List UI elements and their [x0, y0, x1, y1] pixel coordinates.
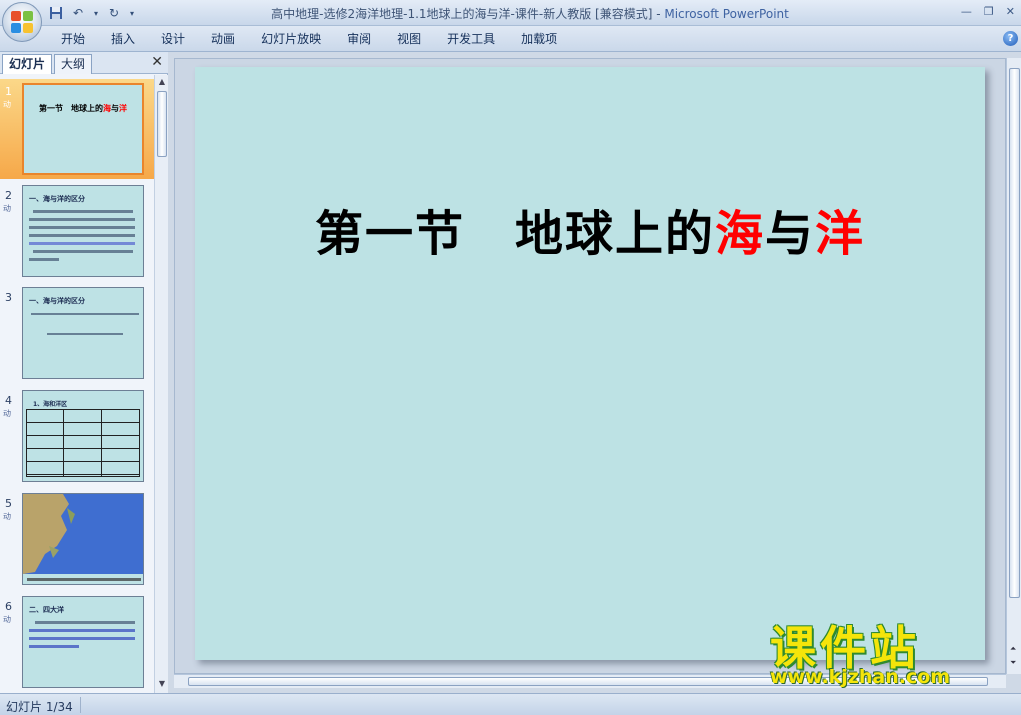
thumbnail: 一、海与洋的区分 — [22, 287, 144, 379]
scroll-up-icon[interactable]: ▲ — [157, 77, 167, 87]
thumbnail: 二、四大洋 — [22, 596, 144, 688]
minimize-icon[interactable]: — — [961, 5, 972, 18]
thumb-heading: 二、四大洋 — [29, 606, 64, 614]
window-title: 高中地理-选修2海洋地理-1.1地球上的海与洋-课件-新人教版 [兼容模式] -… — [150, 5, 910, 22]
tab-review[interactable]: 审阅 — [334, 30, 384, 48]
slide-thumbnails: 1 动 第一节 地球上的海与洋 2 动 一、海与洋的区分 3 一、海与洋的区分 … — [0, 75, 154, 693]
tab-design[interactable]: 设计 — [148, 30, 198, 48]
office-button[interactable] — [2, 2, 42, 42]
tab-slides[interactable]: 幻灯片 — [2, 54, 53, 74]
thumbnail: 1、海和洋区 — [22, 390, 144, 482]
animation-icon: 动 — [3, 615, 11, 624]
thumbnails-scrollbar[interactable]: ▲ ▼ — [154, 75, 168, 693]
thumbnail: 一、海与洋的区分 — [22, 185, 144, 277]
slide-number: 5 — [5, 497, 12, 510]
status-separator — [80, 697, 81, 713]
undo-icon[interactable]: ↶ — [70, 5, 86, 21]
tab-addins[interactable]: 加载项 — [508, 30, 570, 48]
tab-slideshow[interactable]: 幻灯片放映 — [248, 30, 334, 48]
chevron-down-icon[interactable]: ▾ — [92, 5, 100, 21]
ribbon: 开始 插入 设计 动画 幻灯片放映 审阅 视图 开发工具 加载项 ? — [0, 26, 1021, 52]
redo-icon[interactable]: ↻ — [106, 5, 122, 21]
slide-thumb-3[interactable]: 3 一、海与洋的区分 — [0, 285, 154, 381]
slide-editing-area: 第一节 地球上的海与洋 — [174, 58, 1006, 674]
slide-counter: 幻灯片 1/34 — [6, 700, 73, 714]
slide-thumb-6[interactable]: 6 动 二、四大洋 — [0, 594, 154, 690]
tab-animations[interactable]: 动画 — [198, 30, 248, 48]
next-slide-icon[interactable]: ⏷ — [1010, 658, 1016, 668]
scrollbar-thumb[interactable] — [1009, 68, 1020, 598]
current-slide[interactable]: 第一节 地球上的海与洋 — [195, 67, 985, 660]
thumb-table — [26, 409, 140, 477]
customize-qat-icon[interactable]: ▾ — [128, 5, 136, 21]
scroll-down-icon[interactable]: ▼ — [157, 679, 167, 689]
thumb-heading: 1、海和洋区 — [33, 401, 68, 408]
tab-insert[interactable]: 插入 — [98, 30, 148, 48]
slide-thumb-5[interactable]: 5 动 — [0, 491, 154, 587]
slide-number: 1 — [5, 85, 12, 98]
slides-pane: 幻灯片 大纲 ✕ 1 动 第一节 地球上的海与洋 2 动 一、海与洋的区分 3 … — [0, 52, 168, 693]
slide-number: 2 — [5, 189, 12, 202]
status-bar: 幻灯片 1/34 — [0, 693, 1021, 715]
tab-home[interactable]: 开始 — [48, 30, 98, 48]
thumb-title: 第一节 地球上的海与洋 — [39, 104, 127, 113]
slide-title[interactable]: 第一节 地球上的海与洋 — [195, 194, 985, 264]
watermark: 课件站 www.kjzhan.com — [770, 612, 1010, 692]
animation-icon: 动 — [3, 204, 11, 213]
maximize-icon[interactable]: ❐ — [984, 5, 994, 18]
slide-number: 4 — [5, 394, 12, 407]
thumb-heading: 一、海与洋的区分 — [29, 195, 85, 203]
app-name: Microsoft PowerPoint — [664, 7, 789, 21]
save-icon[interactable] — [48, 5, 64, 21]
pane-tabs: 幻灯片 大纲 ✕ — [0, 52, 168, 74]
vertical-scrollbar[interactable]: ⏶ ⏷ — [1006, 58, 1021, 674]
scrollbar-thumb[interactable] — [157, 91, 167, 157]
slide-number: 6 — [5, 600, 12, 613]
office-logo-icon — [11, 11, 33, 33]
window-controls: — ❐ ✕ — [961, 5, 1015, 18]
quick-access-toolbar: ↶ ▾ ↻ ▾ — [48, 4, 136, 22]
slide-thumb-1[interactable]: 1 动 第一节 地球上的海与洋 — [0, 79, 154, 179]
ribbon-tabs: 开始 插入 设计 动画 幻灯片放映 审阅 视图 开发工具 加载项 — [48, 30, 570, 48]
thumbnail: 第一节 地球上的海与洋 — [22, 83, 144, 175]
animation-icon: 动 — [3, 100, 11, 109]
slide-thumb-2[interactable]: 2 动 一、海与洋的区分 — [0, 183, 154, 279]
map-thumbnail — [23, 494, 143, 584]
close-pane-icon[interactable]: ✕ — [151, 54, 163, 70]
close-icon[interactable]: ✕ — [1006, 5, 1015, 18]
previous-slide-icon[interactable]: ⏶ — [1010, 644, 1016, 654]
slide-thumb-4[interactable]: 4 动 1、海和洋区 — [0, 388, 154, 484]
title-bar: ↶ ▾ ↻ ▾ 高中地理-选修2海洋地理-1.1地球上的海与洋-课件-新人教版 … — [0, 0, 1021, 42]
tab-developer[interactable]: 开发工具 — [434, 30, 508, 48]
watermark-url: www.kjzhan.com — [770, 666, 951, 688]
document-title: 高中地理-选修2海洋地理-1.1地球上的海与洋-课件-新人教版 [兼容模式] - — [271, 7, 665, 21]
tab-view[interactable]: 视图 — [384, 30, 434, 48]
help-icon[interactable]: ? — [1003, 31, 1018, 46]
animation-icon: 动 — [3, 409, 11, 418]
animation-icon: 动 — [3, 512, 11, 521]
thumb-heading: 一、海与洋的区分 — [29, 297, 85, 305]
thumbnail — [22, 493, 144, 585]
slide-number: 3 — [5, 291, 12, 304]
tab-outline[interactable]: 大纲 — [54, 54, 93, 74]
